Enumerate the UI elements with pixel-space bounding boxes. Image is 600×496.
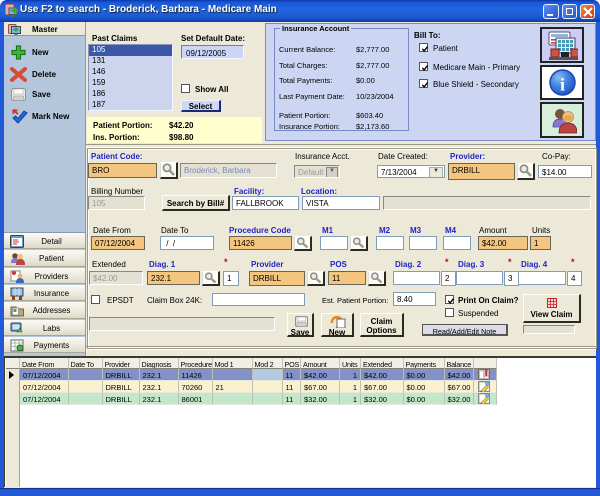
svg-text:i: i xyxy=(560,75,565,95)
